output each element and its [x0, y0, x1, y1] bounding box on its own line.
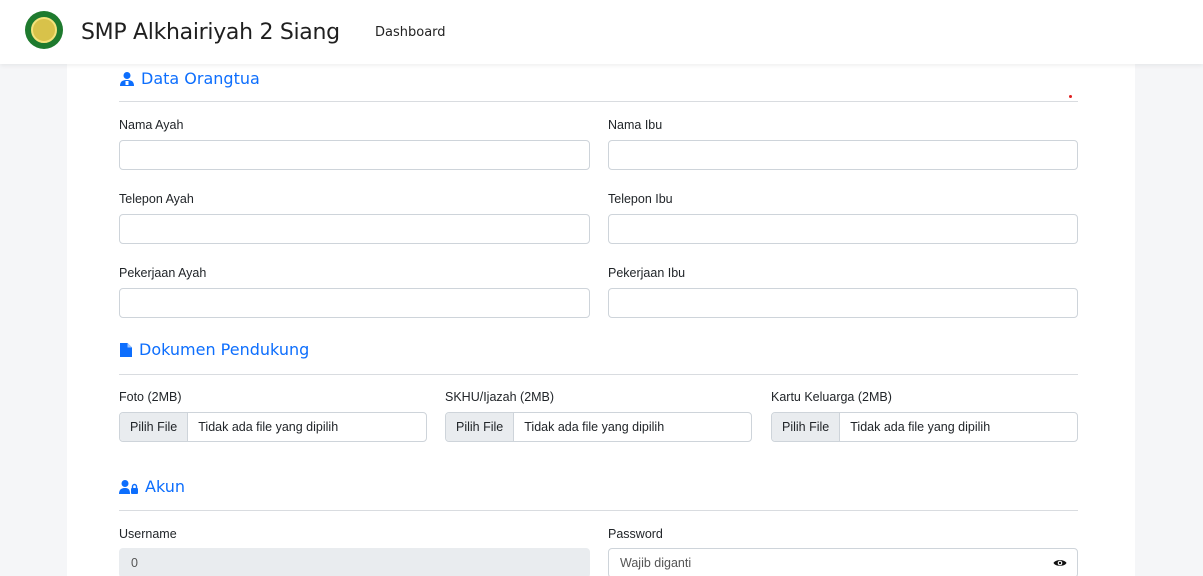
username-label: Username	[119, 527, 177, 541]
kk-file-label: Kartu Keluarga (2MB)	[771, 390, 892, 404]
father-name-input[interactable]	[119, 140, 590, 170]
navbar: SMP Alkhairiyah 2 Siang Dashboard	[0, 0, 1203, 64]
username-value: 0	[131, 556, 138, 570]
skhu-choose-file-button[interactable]: Pilih File	[446, 413, 515, 441]
skhu-file-input[interactable]: Pilih File Tidak ada file yang dipilih	[445, 412, 752, 442]
nav-link-dashboard[interactable]: Dashboard	[375, 25, 446, 40]
section-title-account: Akun	[119, 477, 185, 496]
kk-file-input[interactable]: Pilih File Tidak ada file yang dipilih	[771, 412, 1078, 442]
photo-file-input[interactable]: Pilih File Tidak ada file yang dipilih	[119, 412, 427, 442]
file-icon	[120, 342, 132, 357]
brand-title[interactable]: SMP Alkhairiyah 2 Siang	[81, 20, 340, 45]
section-title-documents: Dokumen Pendukung	[119, 340, 309, 359]
section-divider	[119, 101, 1078, 102]
password-label: Password	[608, 527, 663, 541]
photo-file-label: Foto (2MB)	[119, 390, 182, 404]
mother-phone-input[interactable]	[608, 214, 1078, 244]
user-lock-icon	[119, 479, 138, 494]
password-input[interactable]: Wajib diganti	[608, 548, 1078, 576]
section-title-account-label: Akun	[145, 477, 185, 496]
school-logo[interactable]	[25, 11, 63, 49]
mother-name-label: Nama Ibu	[608, 118, 663, 132]
mother-phone-label: Telepon Ibu	[608, 192, 673, 206]
kk-file-status: Tidak ada file yang dipilih	[850, 420, 991, 434]
section-divider	[119, 510, 1078, 511]
required-marker	[1069, 95, 1072, 98]
father-phone-label: Telepon Ayah	[119, 192, 194, 206]
skhu-file-status: Tidak ada file yang dipilih	[524, 420, 665, 434]
father-name-label: Nama Ayah	[119, 118, 184, 132]
mother-name-input[interactable]	[608, 140, 1078, 170]
photo-choose-file-button[interactable]: Pilih File	[120, 413, 189, 441]
section-title-parents-label: Data Orangtua	[141, 69, 260, 88]
father-phone-input[interactable]	[119, 214, 590, 244]
skhu-file-label: SKHU/Ijazah (2MB)	[445, 390, 555, 404]
father-job-input[interactable]	[119, 288, 590, 318]
kk-choose-file-button[interactable]: Pilih File	[772, 413, 841, 441]
section-title-parents: Data Orangtua	[119, 69, 260, 88]
users-icon	[120, 71, 134, 86]
father-job-label: Pekerjaan Ayah	[119, 266, 207, 280]
eye-icon[interactable]	[1053, 558, 1067, 568]
section-divider	[119, 374, 1078, 375]
mother-job-input[interactable]	[608, 288, 1078, 318]
mother-job-label: Pekerjaan Ibu	[608, 266, 686, 280]
username-input[interactable]: 0	[119, 548, 590, 576]
section-title-documents-label: Dokumen Pendukung	[139, 340, 310, 359]
password-placeholder: Wajib diganti	[620, 556, 692, 570]
photo-file-status: Tidak ada file yang dipilih	[198, 420, 339, 434]
